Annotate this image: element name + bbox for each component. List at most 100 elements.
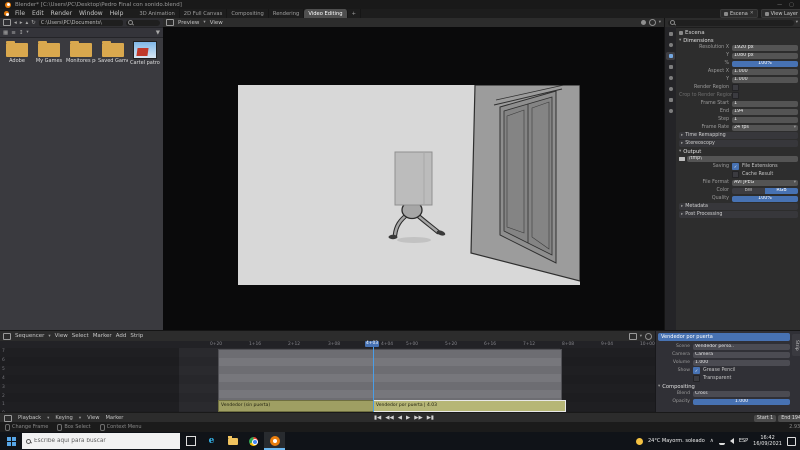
overlays-icon[interactable] (645, 332, 652, 340)
play-reverse-button[interactable]: ◀ (398, 415, 402, 421)
camera-dropdown[interactable]: Camera (693, 351, 790, 358)
chrome-app-button[interactable] (243, 432, 264, 450)
section-dimensions[interactable]: ▾ Dimensions (679, 37, 798, 44)
frame-start-field[interactable]: Start 1 (753, 414, 777, 422)
playhead-frame-label[interactable]: 4+03 (365, 341, 380, 347)
tab-physics[interactable] (666, 107, 675, 115)
shading-icon[interactable] (640, 20, 646, 25)
marker-menu[interactable]: Marker (105, 415, 123, 421)
preview-viewport[interactable] (163, 27, 664, 330)
keying-menu[interactable]: Keying (55, 415, 72, 421)
jump-to-start-button[interactable]: ▮◀ (374, 415, 381, 421)
volume-icon[interactable] (729, 438, 734, 444)
color-rgb-toggle[interactable]: RGB (765, 187, 798, 194)
taskbar-search-input[interactable]: Escribe aquí para buscar (22, 433, 180, 449)
section-metadata[interactable]: ▸ Metadata (679, 203, 798, 210)
strip-name-field[interactable]: Vendedor por puerta (658, 333, 790, 341)
scene-strip-block[interactable] (218, 349, 562, 401)
seq-menu-marker[interactable]: Marker (93, 333, 112, 339)
hidden-icons-chevron[interactable]: ∧ (710, 438, 714, 444)
section-time-remapping[interactable]: ▸ Time Remapping (679, 132, 798, 139)
sequencer-view-dropdown[interactable]: Sequencer (15, 333, 44, 339)
snapping-icon[interactable] (628, 332, 637, 340)
tab-world[interactable] (666, 85, 675, 93)
file-format-dropdown[interactable]: AVI JPEG ▾ (732, 179, 798, 186)
blend-dropdown[interactable]: Cross (693, 390, 790, 397)
frame-end-field[interactable]: End 194 (778, 414, 800, 422)
editor-type-icon[interactable] (166, 19, 174, 26)
menu-render[interactable]: Render (50, 10, 73, 17)
seq-menu-select[interactable]: Select (72, 333, 89, 339)
resolution-percent-slider[interactable]: 100% (732, 60, 798, 67)
editor-type-icon[interactable] (3, 19, 11, 26)
strip-vendedor-por-puerta[interactable]: Vendedor por puerta | 4.03 (373, 400, 566, 412)
overlay-icon[interactable] (648, 19, 656, 26)
image-file-item[interactable]: Cartel patroci.. (130, 41, 160, 66)
scene-dropdown[interactable]: Vendedor perso.. (693, 343, 790, 350)
refresh-icon[interactable]: ↻ (31, 20, 36, 26)
scene-selector[interactable]: Escena ✕ (719, 9, 758, 18)
seq-menu-strip[interactable]: Strip (130, 333, 143, 339)
folder-item[interactable]: Monitores pers.. (66, 41, 96, 64)
start-button[interactable] (0, 432, 22, 450)
blender-menu-icon[interactable] (4, 11, 9, 16)
tab-render[interactable] (666, 41, 675, 49)
back-icon[interactable]: ◂ (14, 20, 17, 26)
tab-output[interactable] (666, 52, 675, 60)
properties-search-input[interactable] (668, 19, 794, 26)
workspace-tab-video-editing[interactable]: Video Editing (304, 9, 348, 18)
menu-edit[interactable]: Edit (31, 10, 45, 17)
volume-field[interactable]: 1.000 (693, 359, 790, 366)
close-icon[interactable]: ✕ (750, 11, 754, 16)
aspect-x-field[interactable]: 1.000 (732, 68, 798, 75)
folder-item[interactable]: Adobe (2, 41, 32, 64)
sequencer-tracks[interactable]: 7 6 5 4 3 2 1 0 Vendedor (sin puerta) Ve… (0, 348, 655, 416)
section-post-processing[interactable]: ▸ Post Processing (679, 211, 798, 218)
frame-end-field[interactable]: 194 (732, 108, 798, 115)
workspace-tab[interactable]: Rendering (269, 9, 305, 18)
next-keyframe-button[interactable]: ▶▶ (414, 415, 422, 421)
aspect-y-field[interactable]: 1.000 (732, 76, 798, 83)
minimize-icon[interactable]: — (777, 2, 782, 8)
view-layer-selector[interactable]: View Layer (760, 9, 800, 18)
file-extensions-checkbox[interactable]: ✓ (732, 163, 739, 170)
seq-menu-add[interactable]: Add (116, 333, 127, 339)
view-menu[interactable]: View (210, 20, 223, 26)
editor-type-icon[interactable] (3, 332, 11, 340)
sidebar-tab-strip[interactable]: Strip (792, 334, 800, 356)
jump-to-end-button[interactable]: ▶▮ (427, 415, 434, 421)
menu-window[interactable]: Window (78, 10, 104, 17)
seq-menu-view[interactable]: View (55, 333, 68, 339)
tab-tool[interactable] (666, 30, 675, 38)
notification-center-icon[interactable] (787, 436, 796, 446)
task-view-button[interactable] (180, 432, 201, 450)
edge-app-button[interactable]: e (201, 432, 222, 450)
forward-icon[interactable]: ▸ (20, 20, 23, 26)
prev-keyframe-button[interactable]: ◀◀ (385, 415, 393, 421)
resolution-y-field[interactable]: 1080 px (732, 52, 798, 59)
strip-vendedor-sin-puerta[interactable]: Vendedor (sin puerta) (218, 400, 379, 412)
add-workspace-button[interactable]: + (348, 9, 361, 18)
list-view-icon[interactable]: ≡ (11, 30, 16, 36)
frame-step-field[interactable]: 1 (732, 116, 798, 123)
weather-text[interactable]: 24°C Mayorm. soleado (648, 438, 705, 444)
language-indicator[interactable]: ESP (739, 438, 748, 444)
folder-item[interactable]: Saved Games (98, 41, 128, 64)
grease-pencil-checkbox[interactable]: ✓ (693, 367, 700, 374)
thumbnail-view-icon[interactable]: ▦ (3, 30, 8, 36)
taskbar-clock[interactable]: 16:42 16/09/2021 (753, 435, 782, 448)
filter-icon[interactable]: ▼ (156, 30, 160, 36)
menu-help[interactable]: Help (109, 10, 125, 17)
display-mode-dropdown[interactable]: Preview (178, 20, 199, 26)
color-bw-toggle[interactable]: BW (732, 187, 765, 194)
playback-menu[interactable]: Playback (18, 415, 41, 421)
blender-app-button[interactable] (264, 432, 285, 450)
playhead[interactable] (373, 341, 374, 413)
workspace-tab[interactable]: Compositing (227, 9, 269, 18)
frame-start-field[interactable]: 1 (732, 100, 798, 107)
section-compositing[interactable]: ▾ Compositing (658, 383, 790, 390)
explorer-app-button[interactable] (222, 432, 243, 450)
folder-item[interactable]: My Games (34, 41, 64, 64)
render-region-checkbox[interactable] (732, 84, 739, 91)
path-input[interactable]: C:\Users\PC\Documents\ (38, 19, 123, 26)
